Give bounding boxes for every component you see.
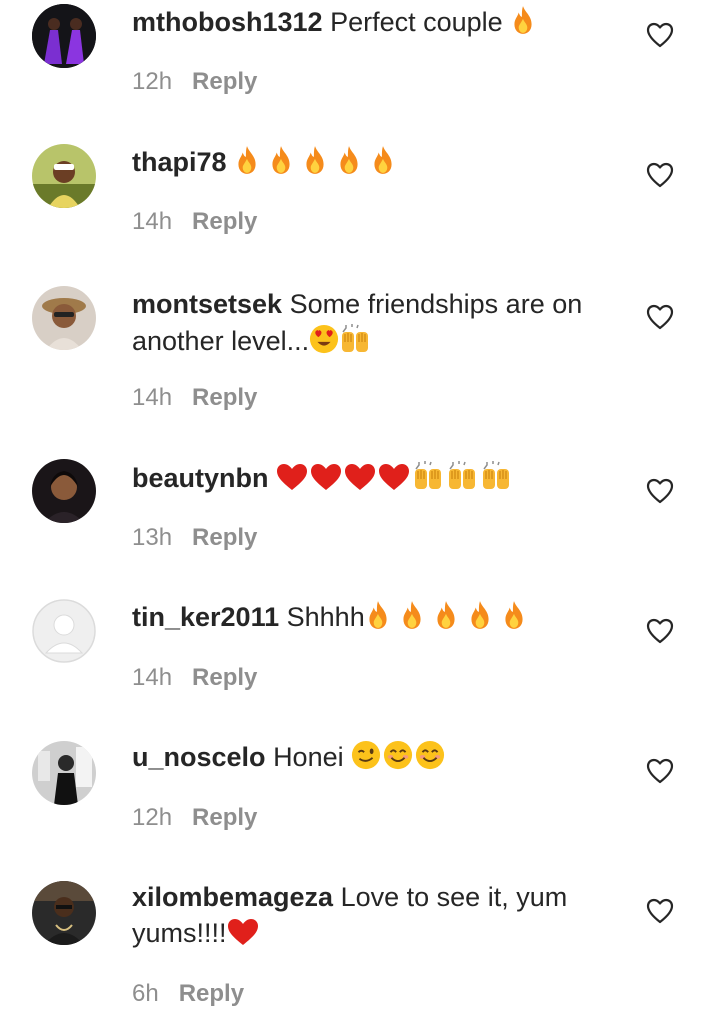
heart-outline-icon[interactable] xyxy=(646,477,674,505)
reply-button[interactable]: Reply xyxy=(192,68,257,95)
fire-emoji-icon xyxy=(399,600,425,630)
username[interactable]: xilombemageza xyxy=(132,882,333,912)
timestamp: 13h xyxy=(132,524,173,551)
comment-meta: 12h Reply xyxy=(132,68,257,96)
username[interactable]: u_noscelo xyxy=(132,742,266,772)
wink-emoji-icon xyxy=(351,740,381,770)
red-heart-emoji-icon xyxy=(344,463,376,491)
comment-body: thapi78 xyxy=(132,144,612,180)
comment-meta: 13h Reply xyxy=(132,524,257,552)
fire-emoji-icon xyxy=(510,5,536,35)
heart-outline-icon[interactable] xyxy=(646,897,674,925)
avatar[interactable] xyxy=(32,459,96,523)
avatar[interactable] xyxy=(32,286,96,350)
timestamp: 14h xyxy=(132,208,173,235)
smiling-face-emoji-icon xyxy=(415,740,445,770)
comment-meta: 14h Reply xyxy=(132,384,257,412)
reply-button[interactable]: Reply xyxy=(192,664,257,691)
comment-meta: 14h Reply xyxy=(132,208,257,236)
heart-outline-icon[interactable] xyxy=(646,757,674,785)
comment-body: tin_ker2011 Shhhh xyxy=(132,599,612,635)
timestamp: 12h xyxy=(132,804,173,831)
timestamp: 14h xyxy=(132,664,173,691)
reply-button[interactable]: Reply xyxy=(192,524,257,551)
comment-text: Shhhh xyxy=(286,602,365,632)
fire-emoji-icon xyxy=(467,600,493,630)
raising-hands-emoji-icon xyxy=(339,322,371,354)
red-heart-emoji-icon xyxy=(310,463,342,491)
reply-button[interactable]: Reply xyxy=(192,804,257,831)
red-heart-emoji-icon xyxy=(378,463,410,491)
reply-button[interactable]: Reply xyxy=(179,980,244,1007)
default-avatar-icon[interactable] xyxy=(32,599,96,663)
avatar[interactable] xyxy=(32,144,96,208)
comment-text: Honei xyxy=(273,742,344,772)
comment-meta: 14h Reply xyxy=(132,664,257,692)
comment-body: montsetsek Some friendships are on anoth… xyxy=(132,286,612,359)
username[interactable]: tin_ker2011 xyxy=(132,602,279,632)
username[interactable]: mthobosh1312 xyxy=(132,7,323,37)
avatar[interactable] xyxy=(32,881,96,945)
fire-emoji-icon xyxy=(268,145,294,175)
avatar[interactable] xyxy=(32,4,96,68)
heart-outline-icon[interactable] xyxy=(646,161,674,189)
raising-hands-emoji-icon xyxy=(412,459,444,491)
comment-body: u_noscelo Honei xyxy=(132,739,612,775)
timestamp: 14h xyxy=(132,384,173,411)
comment-body: mthobosh1312 Perfect couple xyxy=(132,4,612,40)
comment-body: beautynbn xyxy=(132,459,612,496)
comment-text: Perfect couple xyxy=(330,7,503,37)
raising-hands-emoji-icon xyxy=(480,459,512,491)
raising-hands-emoji-icon xyxy=(446,459,478,491)
avatar[interactable] xyxy=(32,741,96,805)
timestamp: 12h xyxy=(132,68,173,95)
timestamp: 6h xyxy=(132,980,159,1007)
comment-meta: 6h Reply xyxy=(132,980,244,1008)
reply-button[interactable]: Reply xyxy=(192,384,257,411)
smiling-face-emoji-icon xyxy=(383,740,413,770)
heart-outline-icon[interactable] xyxy=(646,303,674,331)
fire-emoji-icon xyxy=(433,600,459,630)
comment-meta: 12h Reply xyxy=(132,804,257,832)
fire-emoji-icon xyxy=(336,145,362,175)
red-heart-emoji-icon xyxy=(227,918,259,946)
fire-emoji-icon xyxy=(370,145,396,175)
heart-eyes-emoji-icon xyxy=(309,324,339,354)
fire-emoji-icon xyxy=(234,145,260,175)
fire-emoji-icon xyxy=(365,600,391,630)
username[interactable]: beautynbn xyxy=(132,463,269,493)
reply-button[interactable]: Reply xyxy=(192,208,257,235)
fire-emoji-icon xyxy=(501,600,527,630)
heart-outline-icon[interactable] xyxy=(646,21,674,49)
heart-outline-icon[interactable] xyxy=(646,617,674,645)
username[interactable]: montsetsek xyxy=(132,289,282,319)
red-heart-emoji-icon xyxy=(276,463,308,491)
fire-emoji-icon xyxy=(302,145,328,175)
username[interactable]: thapi78 xyxy=(132,147,227,177)
comment-body: xilombemageza Love to see it, yum yums!!… xyxy=(132,879,612,951)
